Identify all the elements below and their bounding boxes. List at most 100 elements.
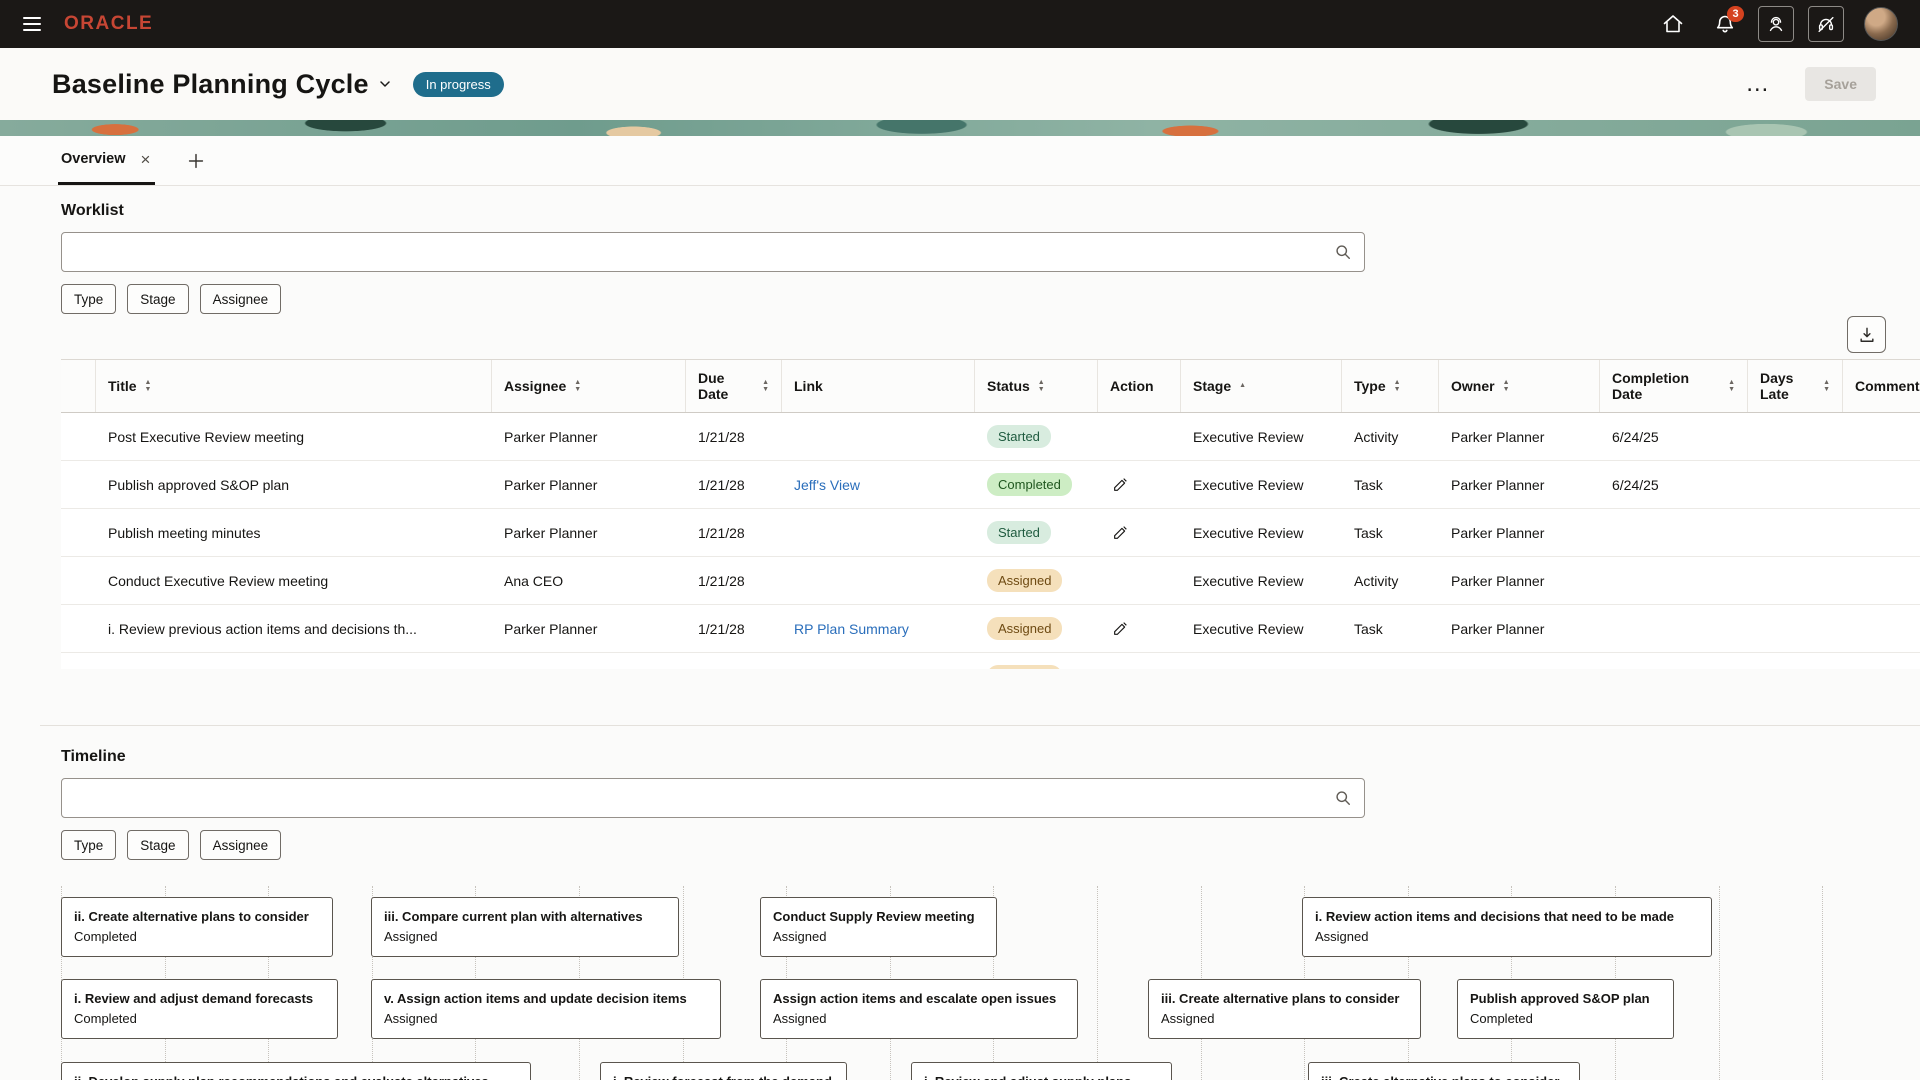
timeline-search-button[interactable] — [1327, 782, 1359, 814]
tab-overview[interactable]: Overview × — [58, 136, 155, 185]
cell-link — [782, 557, 975, 604]
cell-link — [782, 653, 975, 669]
home-button[interactable] — [1654, 5, 1692, 43]
timeline-card-status: Assigned — [384, 927, 666, 946]
edit-action-button[interactable] — [1110, 474, 1131, 495]
cell-link-anchor[interactable]: RP Plan Summary — [794, 621, 909, 637]
column-header-completion-date[interactable]: Completion Date▲▼ — [1600, 360, 1748, 412]
status-badge: Assigned — [987, 665, 1062, 669]
sort-icon[interactable]: ▲▼ — [574, 380, 581, 393]
sort-icon[interactable]: ▲▼ — [145, 380, 152, 393]
timeline-card[interactable]: i. Review forecast from the demand planA… — [600, 1062, 847, 1080]
timeline-card[interactable]: i. Review and adjust supply plansAssigne… — [911, 1062, 1172, 1080]
filter-chip-type[interactable]: Type — [61, 830, 116, 860]
worklist-search-input[interactable] — [61, 232, 1365, 272]
timeline-card-title: ii. Create alternative plans to consider — [74, 907, 320, 927]
table-row[interactable]: Conduct Executive Review meetingAna CEO1… — [61, 557, 1920, 605]
add-tab-button[interactable] — [185, 150, 207, 172]
cycle-status-badge: In progress — [413, 72, 504, 97]
header-actions: … Save — [1739, 67, 1876, 101]
plus-icon — [185, 150, 207, 172]
column-header-title[interactable]: Title▲▼ — [96, 360, 492, 412]
filter-chip-stage[interactable]: Stage — [127, 830, 188, 860]
column-header-assignee[interactable]: Assignee▲▼ — [492, 360, 686, 412]
title-dropdown-button[interactable] — [377, 76, 393, 92]
filter-chip-assignee[interactable]: Assignee — [200, 284, 282, 314]
cell-stage: Executive Review — [1181, 557, 1342, 604]
sort-icon[interactable]: ▲▼ — [1394, 380, 1401, 393]
cell-title — [96, 653, 492, 669]
sort-icon[interactable]: ▲▼ — [1823, 380, 1830, 393]
sort-icon[interactable]: ▲▼ — [1728, 380, 1735, 393]
menu-button[interactable] — [12, 4, 52, 44]
filter-chip-assignee[interactable]: Assignee — [200, 830, 282, 860]
timeline-card[interactable]: Conduct Supply Review meetingAssigned — [760, 897, 997, 957]
timeline-card-title: i. Review forecast from the demand plan — [613, 1072, 834, 1080]
table-row[interactable]: i. Review previous action items and deci… — [61, 605, 1920, 653]
more-options-button[interactable]: … — [1739, 73, 1775, 95]
cell-action — [1098, 605, 1181, 652]
edit-action-button[interactable] — [1110, 522, 1131, 543]
cell-owner: Parker Planner — [1439, 557, 1600, 604]
cell-type: Task — [1342, 461, 1439, 508]
table-row[interactable]: Assigned — [61, 653, 1920, 669]
column-header-action: Action — [1098, 360, 1181, 412]
column-header-owner[interactable]: Owner▲▼ — [1439, 360, 1600, 412]
sort-ascending-icon[interactable]: ▲ — [1239, 383, 1246, 389]
tab-close-button[interactable]: × — [139, 149, 153, 170]
assistant-muted-button[interactable] — [1808, 6, 1844, 42]
notifications-button[interactable]: 3 — [1706, 5, 1744, 43]
cell-assignee — [492, 653, 686, 669]
download-button[interactable] — [1847, 316, 1886, 353]
cell-comments — [1843, 461, 1920, 508]
timeline-search-input[interactable] — [61, 778, 1365, 818]
cell-link-anchor[interactable]: Jeff's View — [794, 477, 860, 493]
filter-chip-stage[interactable]: Stage — [127, 284, 188, 314]
save-button[interactable]: Save — [1805, 67, 1876, 101]
sort-icon[interactable]: ▲▼ — [1038, 380, 1045, 393]
worklist-table: Title▲▼Assignee▲▼Due Date▲▼LinkStatus▲▼A… — [61, 359, 1920, 669]
timeline-card[interactable]: iii. Create alternative plans to conside… — [1148, 979, 1421, 1039]
column-header-type[interactable]: Type▲▼ — [1342, 360, 1439, 412]
home-icon — [1661, 12, 1685, 36]
cell-status: Started — [975, 509, 1098, 556]
worklist-search — [61, 232, 1365, 272]
timeline-card[interactable]: ii. Develop supply plan recommendations … — [61, 1062, 531, 1080]
table-row[interactable]: Publish meeting minutesParker Planner1/2… — [61, 509, 1920, 557]
cell-days-late — [1748, 413, 1843, 460]
timeline-heading: Timeline — [61, 748, 1920, 766]
filter-chip-type[interactable]: Type — [61, 284, 116, 314]
table-row[interactable]: Post Executive Review meetingParker Plan… — [61, 413, 1920, 461]
cell-completion-date — [1600, 605, 1748, 652]
sort-icon[interactable]: ▲▼ — [762, 380, 769, 393]
timeline-card[interactable]: Publish approved S&OP planCompleted — [1457, 979, 1674, 1039]
cell-action — [1098, 557, 1181, 604]
timeline-card[interactable]: i. Review and adjust demand forecastsCom… — [61, 979, 338, 1039]
timeline-card[interactable]: v. Assign action items and update decisi… — [371, 979, 721, 1039]
column-header-stage[interactable]: Stage▲ — [1181, 360, 1342, 412]
column-header-days-late[interactable]: Days Late▲▼ — [1748, 360, 1843, 412]
cell-link — [782, 509, 975, 556]
cell-due-date — [686, 653, 782, 669]
cell-owner: Parker Planner — [1439, 461, 1600, 508]
worklist-table-header-row: Title▲▼Assignee▲▼Due Date▲▼LinkStatus▲▼A… — [61, 359, 1920, 413]
notification-count-badge: 3 — [1727, 6, 1744, 22]
table-row[interactable]: Publish approved S&OP planParker Planner… — [61, 461, 1920, 509]
agent-headset-icon — [1765, 13, 1787, 35]
timeline-card[interactable]: i. Review action items and decisions tha… — [1302, 897, 1712, 957]
cell-title: i. Review previous action items and deci… — [96, 605, 492, 652]
user-avatar[interactable] — [1864, 7, 1898, 41]
column-header-due-date[interactable]: Due Date▲▼ — [686, 360, 782, 412]
support-agent-button[interactable] — [1758, 6, 1794, 42]
timeline-card[interactable]: ii. Create alternative plans to consider… — [61, 897, 333, 957]
timeline-card[interactable]: Assign action items and escalate open is… — [760, 979, 1078, 1039]
edit-action-button[interactable] — [1110, 618, 1131, 639]
timeline-card[interactable]: iii. Compare current plan with alternati… — [371, 897, 679, 957]
timeline-card[interactable]: iii. Create alternative plans to conside… — [1308, 1062, 1580, 1080]
status-badge: Started — [987, 425, 1051, 448]
column-header-status[interactable]: Status▲▼ — [975, 360, 1098, 412]
row-selector — [61, 509, 96, 556]
sort-icon[interactable]: ▲▼ — [1503, 380, 1510, 393]
cell-status: Assigned — [975, 605, 1098, 652]
worklist-search-button[interactable] — [1327, 236, 1359, 268]
